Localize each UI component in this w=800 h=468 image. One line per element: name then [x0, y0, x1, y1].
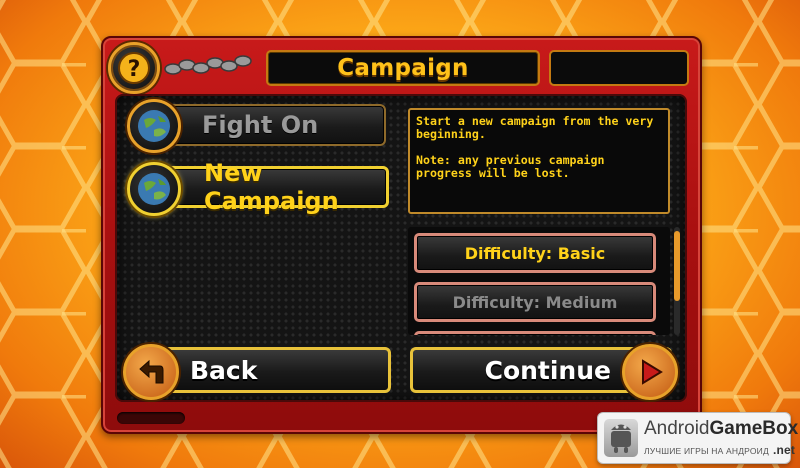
continue-icon-wrap[interactable]	[622, 344, 678, 400]
watermark-title-a: Android	[644, 418, 710, 439]
watermark-title: AndroidGameBox	[644, 418, 798, 440]
play-arrow-icon	[642, 359, 663, 385]
title-side-box	[549, 50, 689, 86]
scrollbar-thumb[interactable]	[674, 231, 680, 301]
back-label: Back	[190, 355, 258, 385]
new-campaign-globe	[127, 162, 181, 216]
fight-on-globe	[127, 99, 181, 153]
watermark-net: .net	[772, 443, 796, 457]
fight-on-label: Fight On	[202, 111, 319, 139]
androidgamebox-watermark: AndroidGameBox ЛУЧШИЕ ИГРЫ НА АНДРОИД .ne…	[597, 412, 798, 464]
back-arrow-icon	[139, 359, 164, 384]
question-mark-icon: ?	[118, 52, 150, 84]
watermark-subtitle: ЛУЧШИЕ ИГРЫ НА АНДРОИД .net	[644, 443, 795, 457]
help-button[interactable]: ?	[108, 42, 160, 94]
decorative-slot	[117, 412, 185, 424]
description-line-2: Note: any previous campaign progress wil…	[416, 153, 605, 180]
fight-on-button[interactable]: Fight On	[160, 104, 386, 146]
globe-icon	[138, 173, 170, 205]
difficulty-medium-label: Difficulty: Medium	[452, 292, 618, 312]
android-logo-icon	[604, 419, 638, 457]
difficulty-list[interactable]: Difficulty: Basic Difficulty: Medium	[408, 227, 670, 335]
back-icon-wrap[interactable]	[123, 344, 179, 400]
difficulty-basic-button[interactable]: Difficulty: Basic	[414, 233, 656, 273]
new-campaign-label: New Campaign	[204, 159, 339, 215]
description-line-1: Start a new campaign from the very begin…	[416, 114, 654, 141]
difficulty-next-button[interactable]	[414, 331, 656, 335]
chain-decoration-icon	[164, 55, 252, 75]
continue-label: Continue	[484, 355, 611, 385]
difficulty-scrollbar[interactable]	[674, 227, 680, 335]
page-title: Campaign	[266, 50, 540, 86]
watermark-subtitle-text: ЛУЧШИЕ ИГРЫ НА АНДРОИД	[644, 446, 769, 456]
watermark-title-b: GameBox	[709, 418, 799, 439]
globe-icon	[138, 110, 170, 142]
difficulty-medium-button[interactable]: Difficulty: Medium	[414, 282, 656, 322]
svg-text:?: ?	[128, 57, 141, 82]
new-campaign-button[interactable]: New Campaign	[159, 159, 389, 215]
campaign-dialog: ? Campaign Fight On New Campaign Start a…	[101, 36, 702, 434]
campaign-description: Start a new campaign from the very begin…	[408, 108, 670, 214]
difficulty-basic-label: Difficulty: Basic	[464, 243, 606, 263]
